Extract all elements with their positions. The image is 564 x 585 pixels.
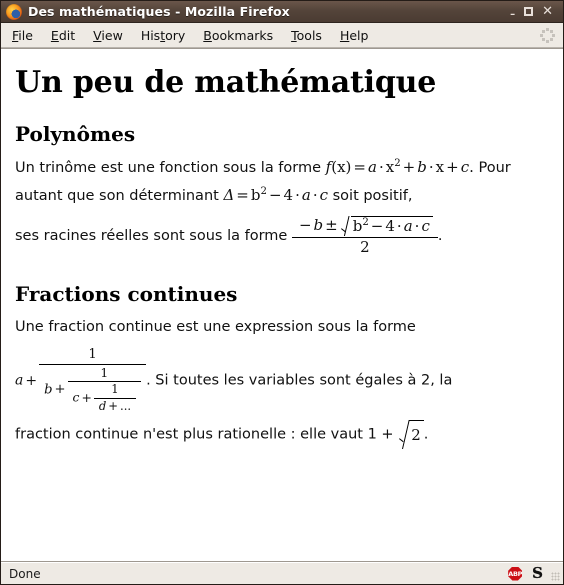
adblock-plus-icon[interactable]: ABP (508, 566, 523, 581)
cf-num-2: 1 (100, 365, 109, 380)
formula-trinome: f(x) = a · x2 + b · x + c. (325, 158, 474, 176)
sqrt-two-radicand: 2 (409, 419, 424, 449)
minimize-button[interactable]: – (510, 9, 515, 20)
page-title: Un peu de mathématique (15, 65, 437, 100)
polynomes-text-1: Un trinôme est une fonction sous la form… (15, 160, 322, 176)
paragraph-irrational-value: fraction continue n'est plus rationelle … (15, 419, 549, 449)
document-body: Un peu de mathématique Polynômes Un trin… (1, 49, 563, 457)
firefox-logo-icon (6, 3, 22, 20)
status-text: Done (9, 566, 41, 581)
fractions-text-3: fraction continue n'est plus rationelle … (15, 426, 394, 443)
sqrt-discriminant-icon: b2−4 · a · c (340, 216, 433, 236)
quadratic-denominator: 2 (291, 236, 438, 257)
sqrt-radicand: b2−4 · a · c (350, 216, 433, 236)
cf-num-1: 1 (88, 347, 97, 363)
quadratic-fraction: − b ± b2−4 · a · c 2 (291, 216, 438, 257)
cf-level-3: 1 d +... (93, 382, 137, 414)
close-button[interactable]: ✕ (542, 5, 553, 18)
section-heading-fractions-continues: Fractions continues (15, 282, 238, 307)
paragraph-continued-fraction: a +1 b +1 c +1 d +.... Si toutes les variables … (15, 347, 549, 414)
section-heading-polynomes: Polynômes (15, 122, 136, 146)
menu-item-tools[interactable]: Tools (282, 26, 331, 45)
paragraph-polynomes: Un trinôme est une fonction sous la form… (15, 154, 549, 210)
formula-sqrt-two: 2 (398, 419, 424, 449)
polynomes-period: . (437, 228, 443, 245)
menu-item-history[interactable]: History (132, 26, 194, 45)
fractions-text-1: Une fraction continue est une expression… (15, 319, 416, 336)
fractions-period: . (423, 426, 429, 443)
resize-grip-icon[interactable] (551, 572, 560, 581)
quadratic-numerator: − b ± b2−4 · a · c (292, 216, 438, 237)
status-bar-icons: ABP S (508, 565, 557, 581)
cf-den-2: c +1 d +... (67, 381, 142, 414)
browser-window: Des mathématiques - Mozilla Firefox – ✕ … (0, 0, 564, 585)
menu-item-view[interactable]: View (84, 26, 132, 45)
sqrt-two-icon: 2 (398, 419, 424, 449)
formula-quadratic: − b ± b2−4 · a · c 2 (291, 216, 438, 257)
window-controls: – ✕ (510, 5, 559, 20)
paragraph-fractions-intro: Une fraction continue est une expression… (15, 314, 549, 341)
throbber-icon (539, 27, 555, 43)
formula-continued-fraction: a +1 b +1 c +1 d +... (15, 347, 147, 414)
menu-item-file[interactable]: File (3, 26, 42, 45)
menu-item-edit[interactable]: Edit (42, 26, 84, 45)
formula-determinant: Δ = b2−4 · a · c (223, 186, 328, 204)
cf-b: b (44, 382, 53, 398)
menu-item-help[interactable]: Help (331, 26, 378, 45)
cf-level-1: 1 b +1 c +1 d +... (39, 347, 147, 414)
menu-bar: File Edit View History Bookmarks Tools H… (1, 23, 563, 48)
cf-level-2: 1 c +1 d +... (67, 365, 142, 414)
maximize-button[interactable] (524, 7, 534, 16)
status-bar: Done ABP S (1, 562, 563, 584)
browser-content-area[interactable]: Un peu de mathématique Polynômes Un trin… (1, 48, 563, 562)
cf-den-1: b +1 c +1 d +... (39, 363, 147, 414)
window-title: Des mathématiques - Mozilla Firefox (28, 4, 290, 19)
title-bar[interactable]: Des mathématiques - Mozilla Firefox – ✕ (1, 1, 563, 23)
cf-num-3: 1 (111, 382, 119, 397)
paragraph-quadratic-roots: ses racines réelles sont sous la forme −… (15, 216, 549, 256)
polynomes-text-4: ses racines réelles sont sous la forme (15, 228, 288, 245)
cf-ellipsis: ... (120, 399, 132, 414)
menu-item-bookmarks[interactable]: Bookmarks (194, 26, 282, 45)
cf-den-3: d +... (93, 398, 137, 414)
fractions-text-2: . Si toutes les variables sont égales à … (146, 372, 453, 389)
noscript-icon[interactable]: S (532, 565, 543, 581)
polynomes-text-3: soit positif, (332, 188, 413, 204)
